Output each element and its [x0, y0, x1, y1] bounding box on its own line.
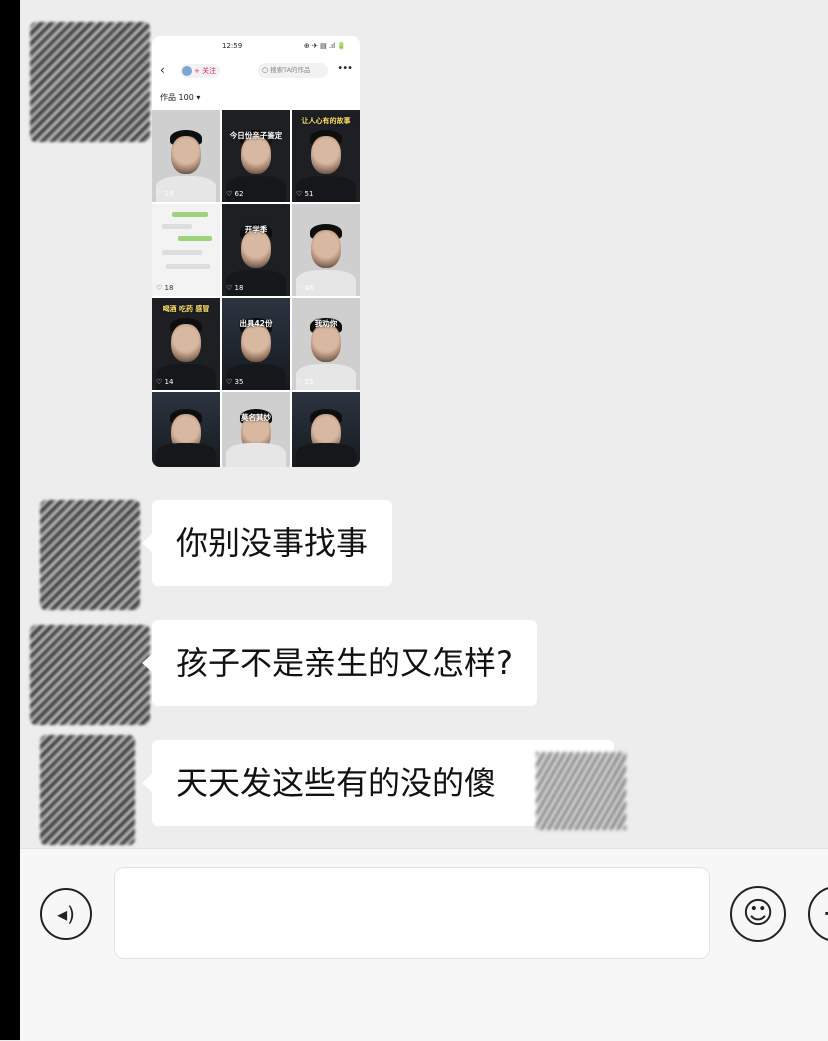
works-count: 作品 100 ▾ — [160, 93, 201, 102]
avatar[interactable] — [30, 22, 150, 142]
video-tile: 让人心有的故事 ♡ 51 — [292, 110, 360, 202]
search-placeholder: 搜索TA的作品 — [270, 66, 311, 74]
message-text: 你别没事找事 — [176, 524, 369, 562]
message-bubble[interactable]: 你别没事找事 — [141, 500, 393, 586]
like-count: ♡ 14 — [156, 378, 174, 386]
search-field: ○ 搜索TA的作品 — [258, 63, 328, 78]
like-count: ♡ 18 — [156, 284, 174, 292]
status-time: 12:59 — [222, 42, 243, 50]
video-tile: 出具42份 ♡ 35 — [222, 298, 290, 390]
video-tile: 莫名其妙 — [222, 392, 290, 467]
more-icon: ••• — [337, 63, 353, 74]
video-grid: ♡ 19 今日份亲子鉴定 ♡ 62 让人心有的故事 ♡ 51 ♡ 18 开学季 ♡ 1… — [152, 110, 360, 467]
back-icon: ‹ — [160, 63, 165, 77]
input-bar: ◂) ☺ + — [20, 848, 828, 1041]
video-tile — [152, 392, 220, 467]
like-count: ♡ 18 — [226, 284, 244, 292]
search-icon: ○ — [262, 66, 269, 74]
video-tile: 我劝你 ♡ 55 — [292, 298, 360, 390]
like-count: ♡ 51 — [296, 190, 314, 198]
profile-nav: ‹ + 关注 ○ 搜索TA的作品 ••• — [152, 60, 360, 82]
avatar[interactable] — [40, 500, 140, 610]
follow-label: + 关注 — [194, 67, 217, 75]
shared-screenshot-image[interactable]: 12:59 ⊕ ✈ ▤ .ıl 🔋 ‹ + 关注 ○ 搜索TA的作品 ••• 作品… — [152, 36, 360, 467]
video-tile: 今日份亲子鉴定 ♡ 62 — [222, 110, 290, 202]
redaction-scribble — [536, 752, 626, 830]
emoji-icon[interactable]: ☺ — [730, 886, 786, 942]
like-count: ♡ 62 — [226, 190, 244, 198]
video-tile: ♡ 19 — [152, 110, 220, 202]
plus-icon[interactable]: + — [808, 886, 828, 942]
avatar — [182, 66, 192, 76]
video-tile — [292, 392, 360, 467]
like-count: ♡ 35 — [226, 378, 244, 386]
avatar[interactable] — [40, 735, 135, 845]
left-edge — [0, 0, 20, 1040]
video-tile: 开学季 ♡ 18 — [222, 204, 290, 296]
message-text: 天天发这些有的没的傻 — [176, 764, 497, 802]
message-input[interactable] — [114, 867, 710, 959]
message-text: 孩子不是亲生的又怎样? — [176, 644, 513, 682]
video-tile: ♡ 46 — [292, 204, 360, 296]
follow-button: + 关注 — [180, 64, 221, 78]
video-tile: 喝酒 吃药 感冒 ♡ 14 — [152, 298, 220, 390]
like-count: ♡ 19 — [156, 190, 174, 198]
like-count: ♡ 46 — [296, 284, 314, 292]
video-tile: ♡ 18 — [152, 204, 220, 296]
status-bar: 12:59 ⊕ ✈ ▤ .ıl 🔋 — [152, 40, 360, 54]
message-bubble[interactable]: 孩子不是亲生的又怎样? — [142, 620, 537, 706]
status-icons: ⊕ ✈ ▤ .ıl 🔋 — [303, 42, 346, 50]
avatar[interactable] — [30, 625, 150, 725]
voice-icon[interactable]: ◂) — [40, 888, 92, 940]
like-count: ♡ 55 — [296, 378, 314, 386]
